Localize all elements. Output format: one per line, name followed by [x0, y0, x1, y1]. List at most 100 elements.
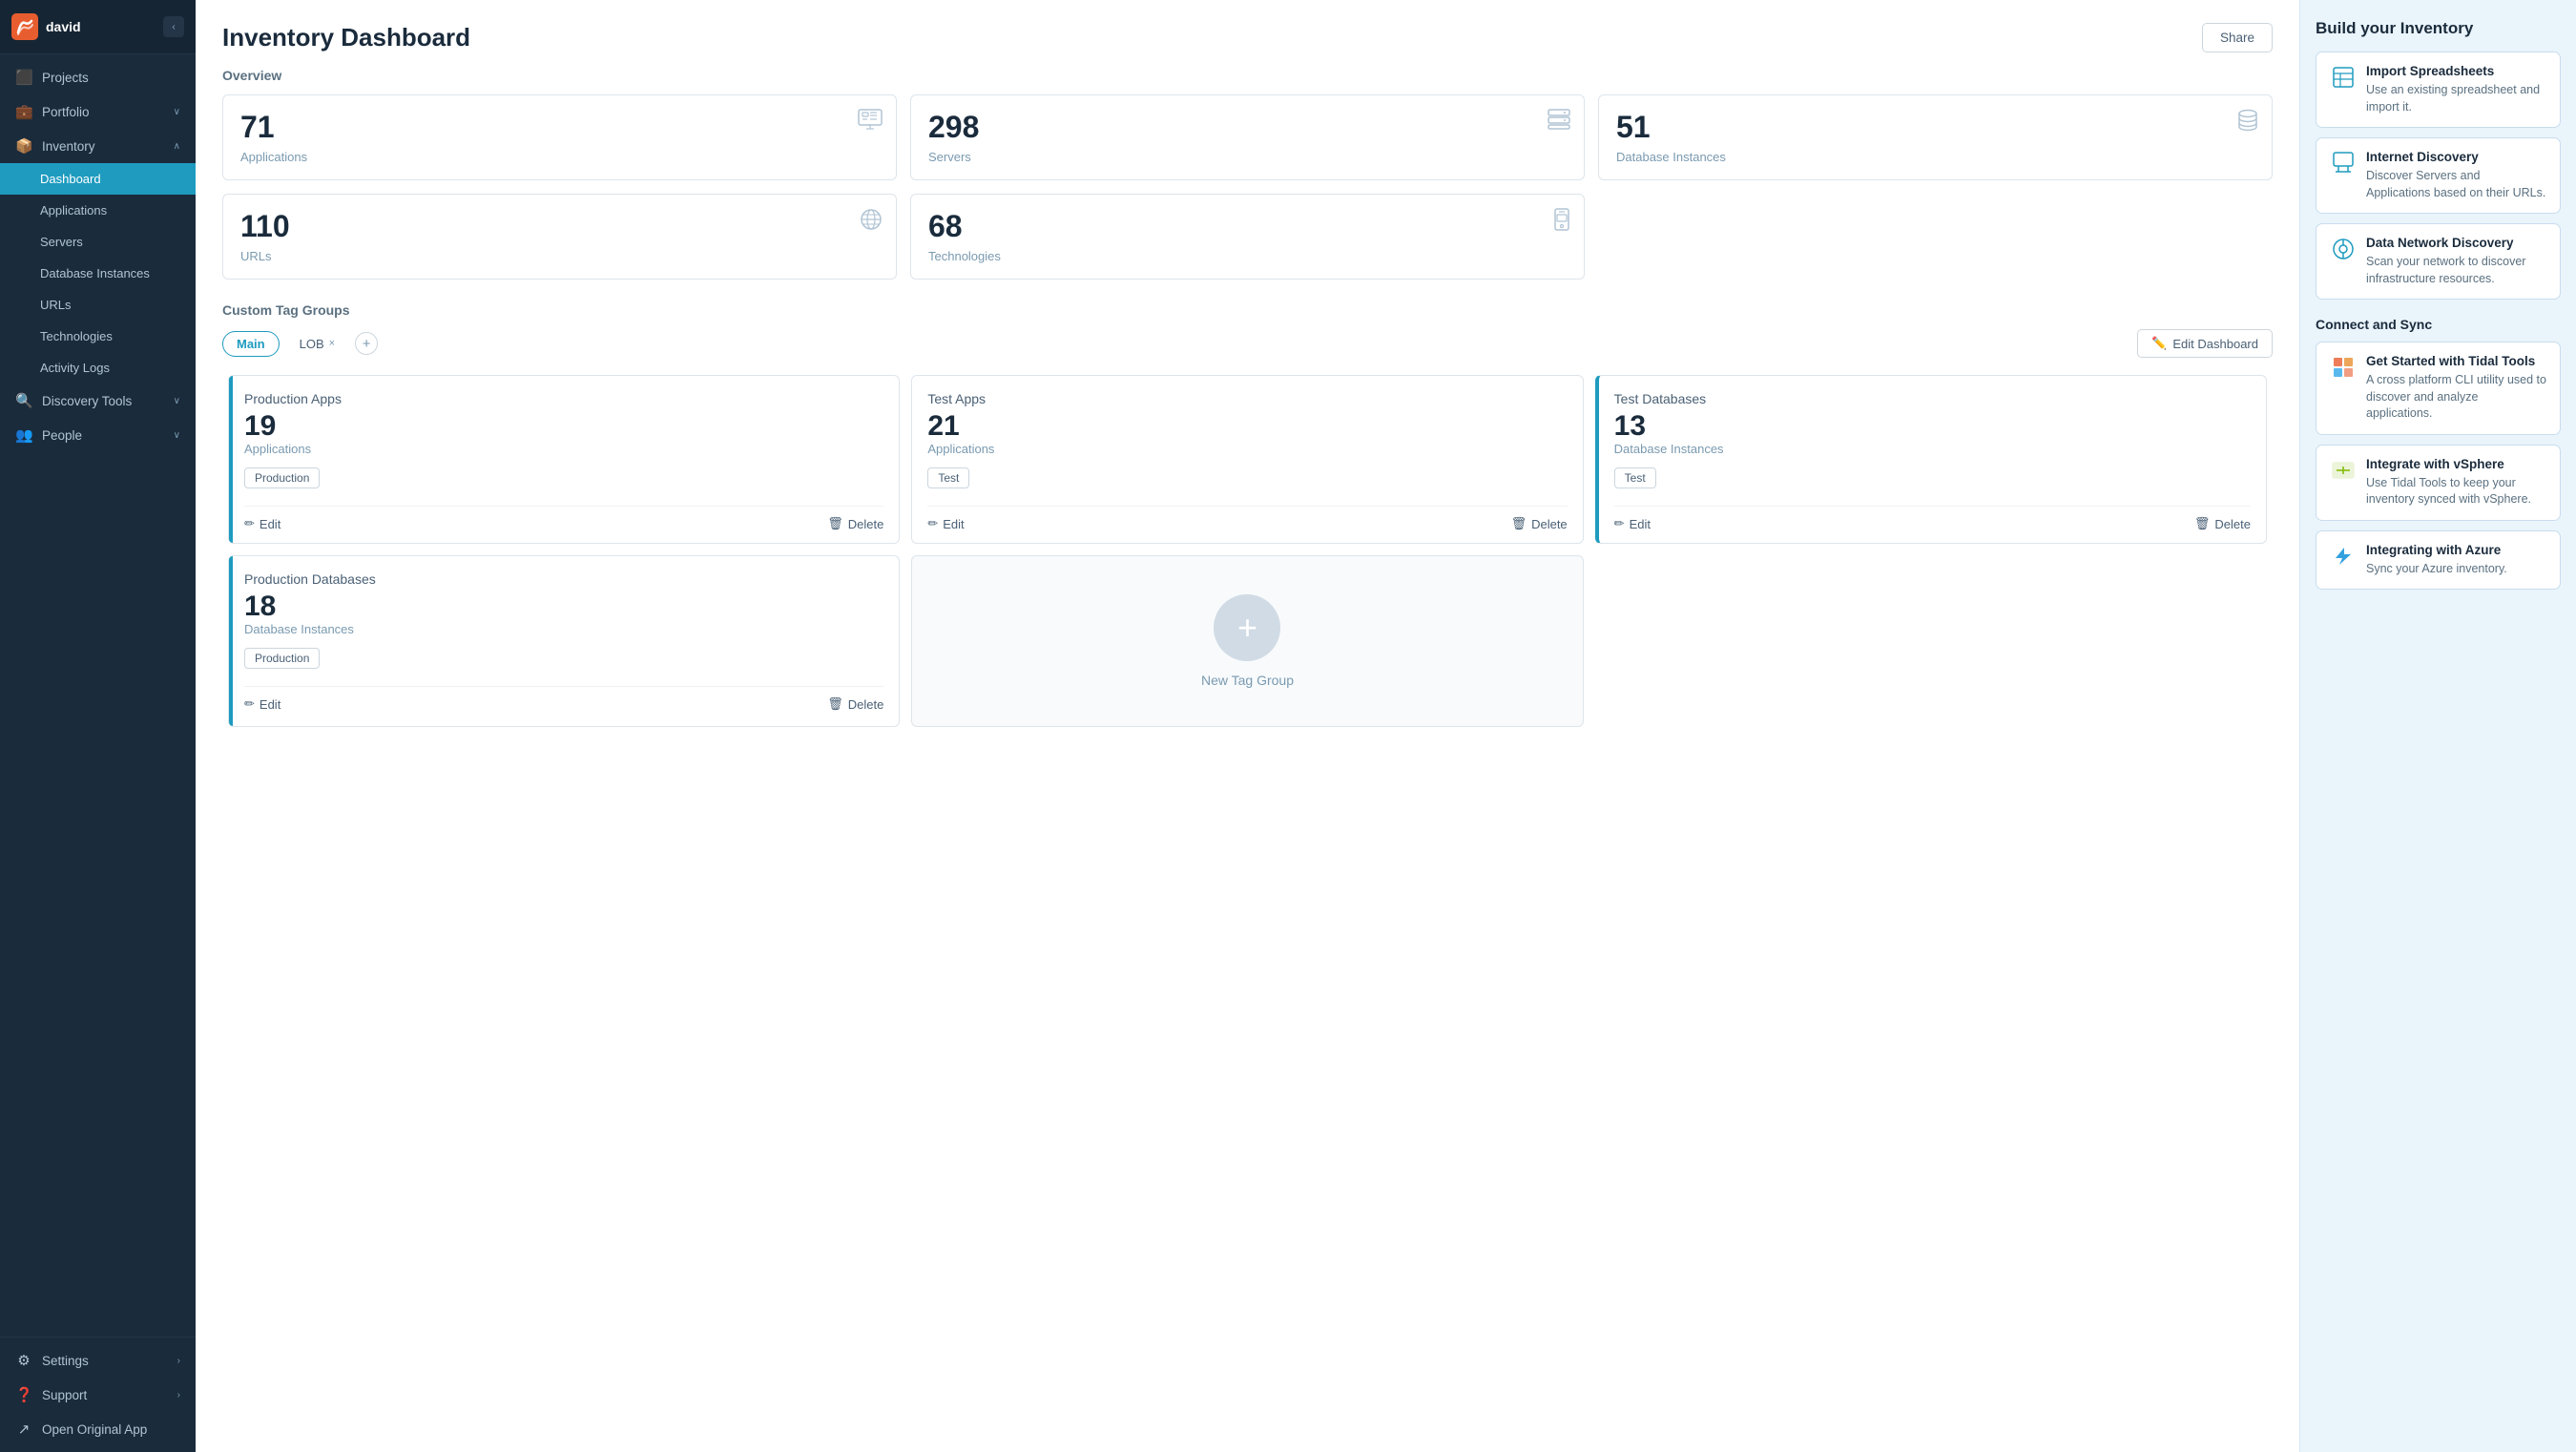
stat-label-servers: Servers: [928, 150, 1567, 164]
build-inventory-title: Build your Inventory: [2316, 19, 2561, 38]
page-header: Inventory Dashboard Share: [222, 23, 2273, 52]
sidebar-item-database-instances[interactable]: Database Instances: [0, 258, 196, 289]
delete-button-production-apps[interactable]: 🗑 Delete: [827, 516, 883, 531]
vsphere-title: Integrate with vSphere: [2366, 457, 2546, 471]
sidebar-item-label-discovery-tools: Discovery Tools: [42, 394, 132, 408]
sidebar-item-discovery-tools[interactable]: 🔍 Discovery Tools ∨: [0, 384, 196, 418]
discovery-icon: 🔍: [15, 392, 32, 409]
sidebar-item-label-technologies: Technologies: [40, 329, 113, 343]
share-button[interactable]: Share: [2202, 23, 2273, 52]
settings-icon: ⚙: [15, 1352, 32, 1369]
right-card-internet-discovery[interactable]: Internet Discovery Discover Servers and …: [2316, 137, 2561, 214]
stat-label-technologies: Technologies: [928, 249, 1567, 263]
edit-button-test-databases[interactable]: ✏ Edit: [1614, 516, 1651, 531]
sidebar-item-label-inventory: Inventory: [42, 139, 95, 154]
new-tag-circle-icon: +: [1214, 594, 1280, 661]
sidebar-item-label-open-original-app: Open Original App: [42, 1422, 147, 1437]
right-card-import-spreadsheets[interactable]: Import Spreadsheets Use an existing spre…: [2316, 52, 2561, 128]
applications-icon: [858, 109, 883, 135]
tag-card-subtitle-production-databases: Database Instances: [244, 622, 883, 636]
tidal-tools-desc: A cross platform CLI utility used to dis…: [2366, 372, 2546, 423]
stat-number-servers: 298: [928, 111, 1567, 144]
edit-button-production-apps[interactable]: ✏ Edit: [244, 516, 280, 531]
stat-number-applications: 71: [240, 111, 879, 144]
tab-lob[interactable]: LOB ×: [285, 331, 349, 357]
sidebar-item-servers[interactable]: Servers: [0, 226, 196, 258]
sidebar-collapse-button[interactable]: ‹: [163, 16, 184, 37]
sidebar-item-urls[interactable]: URLs: [0, 289, 196, 321]
sidebar-item-label-activity-logs: Activity Logs: [40, 361, 110, 375]
sidebar-item-open-original-app[interactable]: ↗ Open Original App: [0, 1412, 196, 1446]
tag-card-subtitle-test-apps: Applications: [927, 442, 1567, 456]
tag-pill-test-databases: Test: [1614, 467, 1656, 488]
internet-discovery-desc: Discover Servers and Applications based …: [2366, 168, 2546, 201]
tab-lob-close[interactable]: ×: [329, 338, 335, 349]
delete-button-production-databases[interactable]: 🗑 Delete: [827, 696, 883, 712]
tab-main[interactable]: Main: [222, 331, 280, 357]
sidebar-item-activity-logs[interactable]: Activity Logs: [0, 352, 196, 384]
page-title: Inventory Dashboard: [222, 23, 470, 52]
sidebar-item-label-settings: Settings: [42, 1354, 89, 1368]
sidebar-logo: david: [11, 13, 81, 40]
portfolio-icon: 💼: [15, 103, 32, 120]
sidebar-item-dashboard[interactable]: Dashboard: [0, 163, 196, 195]
tag-card-actions-test-apps: ✏ Edit 🗑 Delete: [927, 506, 1567, 531]
sidebar-item-label-projects: Projects: [42, 71, 89, 85]
sidebar-header: david ‹: [0, 0, 196, 54]
sidebar-item-portfolio[interactable]: 💼 Portfolio ∨: [0, 94, 196, 129]
sidebar-item-label-database-instances: Database Instances: [40, 266, 150, 280]
delete-label: Delete: [848, 517, 884, 531]
azure-icon: [2330, 545, 2357, 573]
internet-discovery-icon: [2330, 152, 2357, 178]
delete-icon-test: 🗑: [1511, 516, 1527, 531]
new-tag-group-card[interactable]: + New Tag Group: [911, 555, 1583, 727]
delete-button-test-apps[interactable]: 🗑 Delete: [1511, 516, 1568, 531]
sidebar-item-people[interactable]: 👥 People ∨: [0, 418, 196, 452]
right-card-azure[interactable]: Integrating with Azure Sync your Azure i…: [2316, 530, 2561, 591]
tag-groups-section-label: Custom Tag Groups: [222, 302, 2273, 318]
tag-card-test-apps: Test Apps 21 Applications Test ✏ Edit 🗑 …: [911, 375, 1583, 544]
projects-icon: ⬛: [15, 69, 32, 86]
sidebar-item-support[interactable]: ❓ Support ›: [0, 1378, 196, 1412]
sidebar-item-settings[interactable]: ⚙ Settings ›: [0, 1343, 196, 1378]
support-icon: ❓: [15, 1386, 32, 1403]
azure-title: Integrating with Azure: [2366, 543, 2507, 557]
sidebar-item-technologies[interactable]: Technologies: [0, 321, 196, 352]
stat-label-database: Database Instances: [1616, 150, 2254, 164]
tag-cards-grid: Production Apps 19 Applications Producti…: [222, 369, 2273, 733]
tag-card-production-databases: Production Databases 18 Database Instanc…: [228, 555, 900, 727]
edit-dashboard-button[interactable]: ✏️ Edit Dashboard: [2137, 329, 2273, 358]
tidal-logo-icon: [11, 13, 38, 40]
tag-card-number-test-databases: 13: [1614, 410, 2251, 442]
delete-icon: 🗑: [827, 516, 843, 531]
right-card-tidal-tools[interactable]: Get Started with Tidal Tools A cross pla…: [2316, 342, 2561, 435]
sidebar-item-label-applications: Applications: [40, 203, 107, 218]
technologies-icon: [1553, 208, 1570, 237]
delete-button-test-databases[interactable]: 🗑 Delete: [2194, 516, 2251, 531]
tag-card-number-production-databases: 18: [244, 591, 883, 622]
content-area: Inventory Dashboard Share Overview 71 Ap…: [196, 0, 2576, 1452]
data-network-content: Data Network Discovery Scan your network…: [2366, 236, 2546, 287]
sidebar-item-projects[interactable]: ⬛ Projects: [0, 60, 196, 94]
inventory-arrow-icon: ∧: [174, 141, 180, 152]
edit-icon-test: ✏: [927, 516, 938, 531]
center-panel: Inventory Dashboard Share Overview 71 Ap…: [196, 0, 2299, 1452]
edit-button-test-apps[interactable]: ✏ Edit: [927, 516, 964, 531]
tag-card-actions-production-databases: ✏ Edit 🗑 Delete: [244, 686, 883, 712]
tab-add-button[interactable]: +: [355, 332, 378, 355]
discovery-arrow-icon: ∨: [174, 396, 180, 406]
inventory-icon: 📦: [15, 137, 32, 155]
edit-button-production-databases[interactable]: ✏ Edit: [244, 696, 280, 712]
import-spreadsheets-content: Import Spreadsheets Use an existing spre…: [2366, 64, 2546, 115]
right-card-data-network-discovery[interactable]: Data Network Discovery Scan your network…: [2316, 223, 2561, 300]
tag-card-accent-proddb: [229, 556, 233, 726]
nav-section-main: ⬛ Projects 💼 Portfolio ∨ 📦 Inventory ∧ D…: [0, 54, 196, 458]
new-tag-group-label: New Tag Group: [1201, 673, 1294, 688]
sidebar-item-applications[interactable]: Applications: [0, 195, 196, 226]
right-card-vsphere[interactable]: Integrate with vSphere Use Tidal Tools t…: [2316, 445, 2561, 521]
overview-section-label: Overview: [222, 68, 2273, 83]
internet-discovery-title: Internet Discovery: [2366, 150, 2546, 164]
sidebar-item-inventory[interactable]: 📦 Inventory ∧: [0, 129, 196, 163]
servers-icon: [1548, 109, 1570, 135]
people-icon: 👥: [15, 426, 32, 444]
